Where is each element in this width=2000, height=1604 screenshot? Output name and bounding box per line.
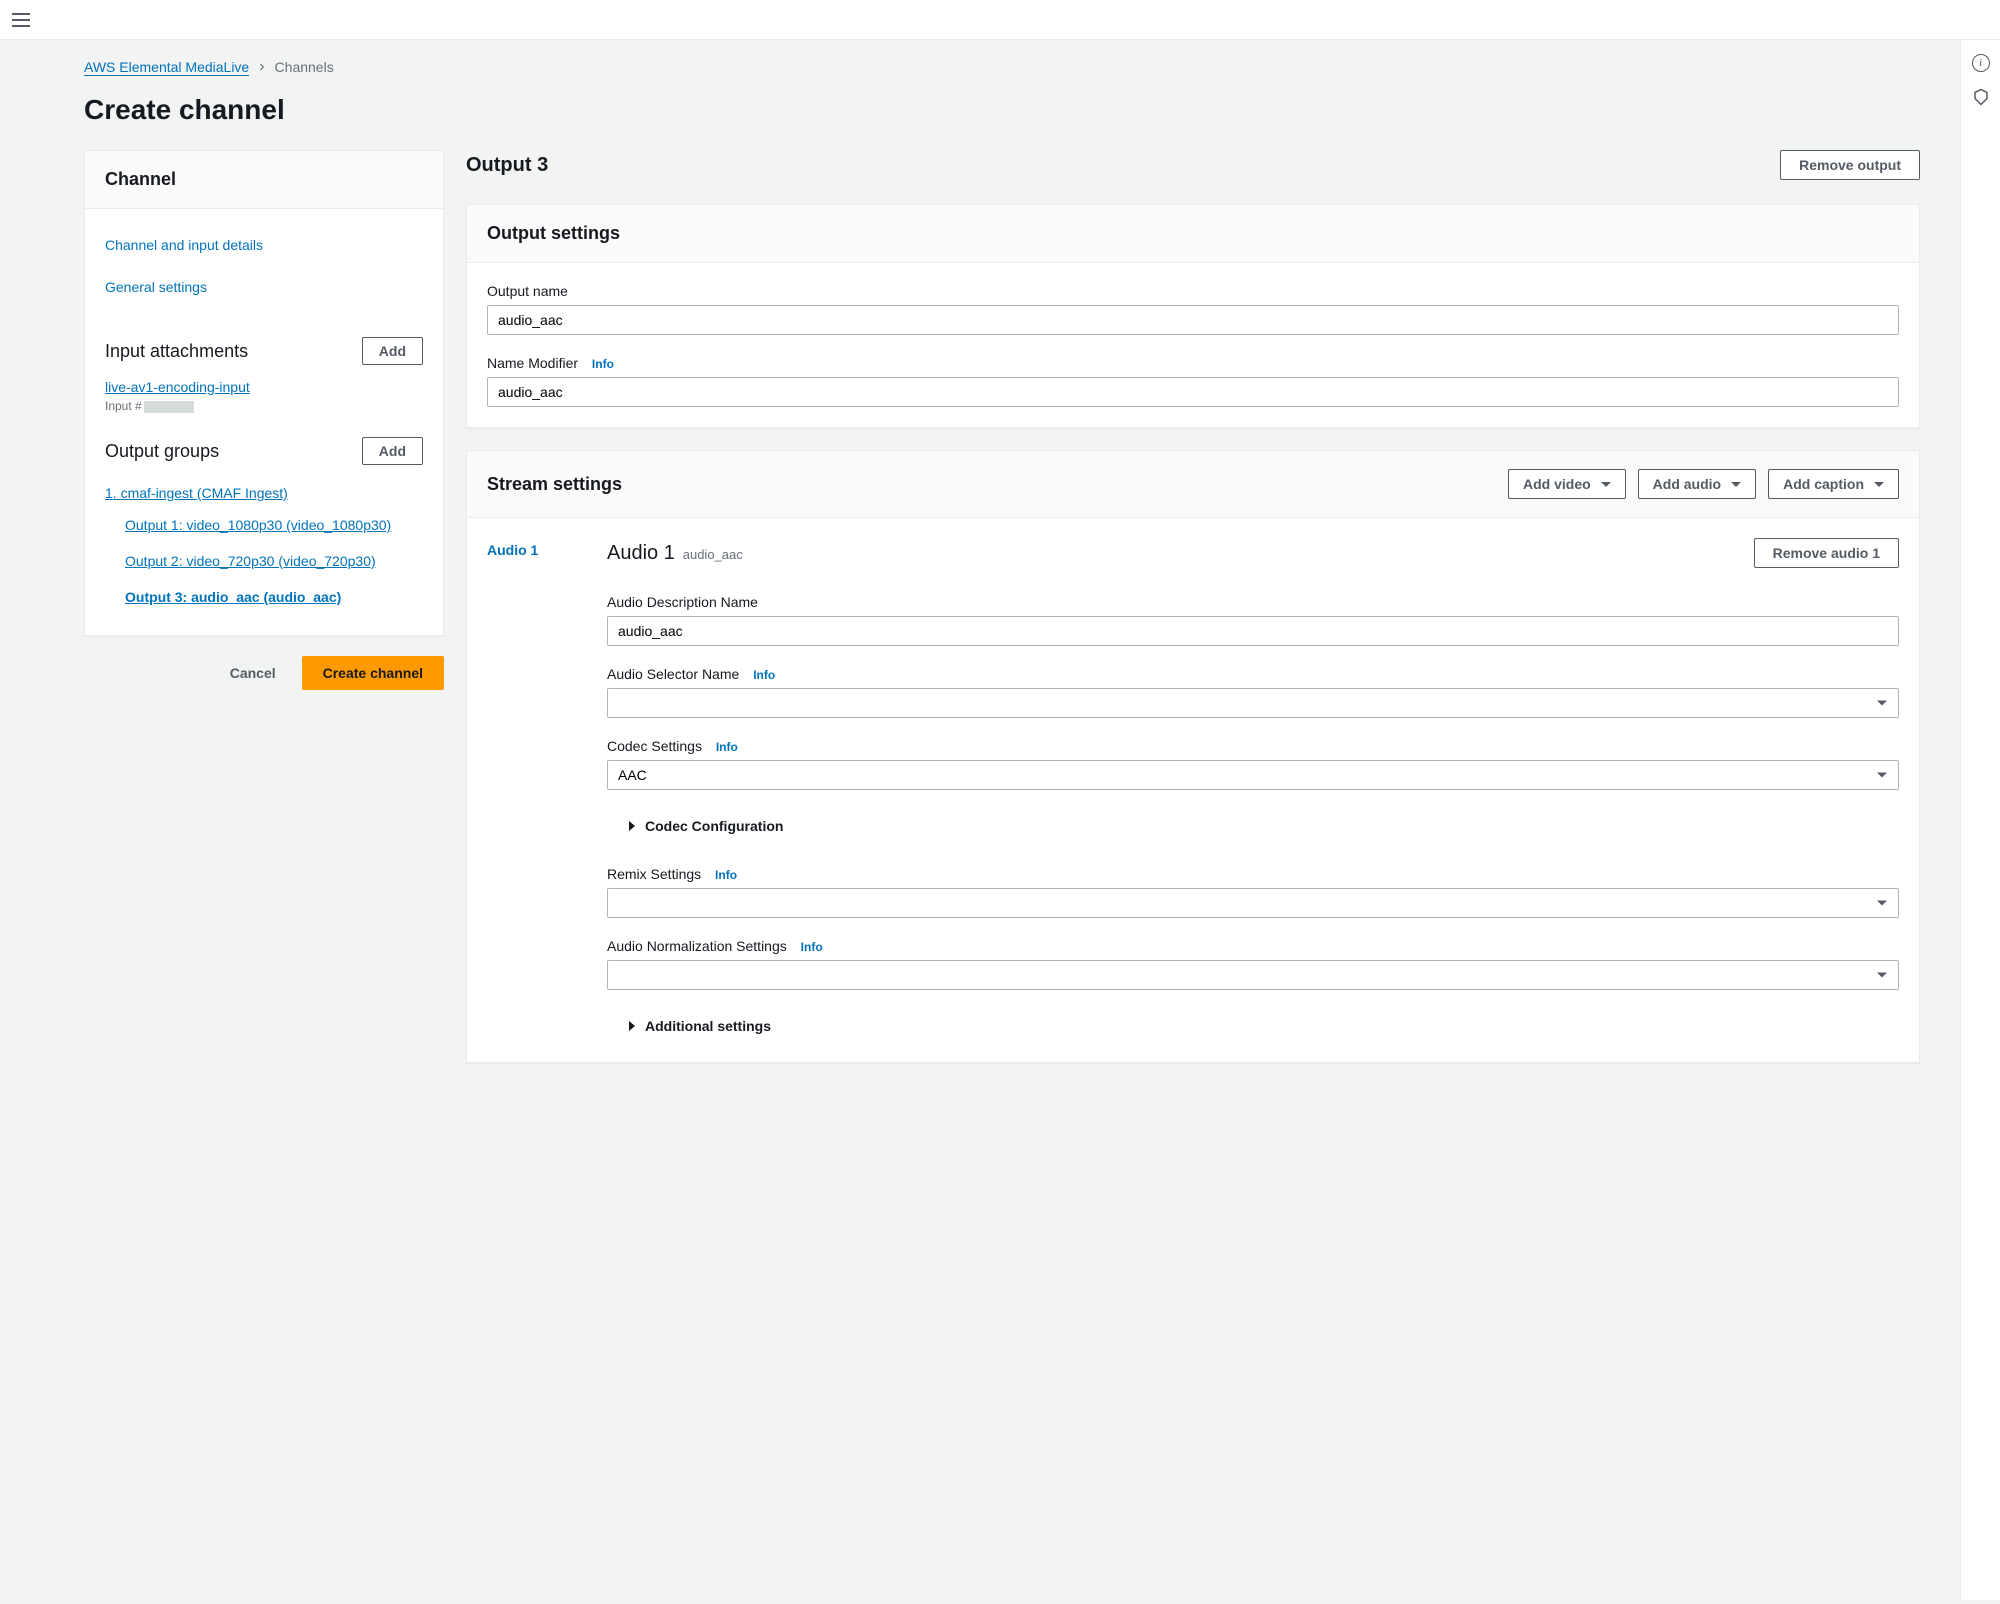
output-3-link[interactable]: Output 3: audio_aac (audio_aac)	[105, 579, 423, 615]
audio-description-name-input[interactable]	[607, 616, 1899, 646]
remix-settings-label: Remix Settings Info	[607, 866, 1899, 882]
add-input-attachment-button[interactable]: Add	[362, 337, 423, 365]
redacted-id	[144, 401, 194, 413]
output-group-link[interactable]: 1. cmaf-ingest (CMAF Ingest)	[105, 479, 423, 507]
audio-subheading: audio_aac	[683, 547, 743, 562]
add-caption-button[interactable]: Add caption	[1768, 469, 1899, 499]
breadcrumb-current: Channels	[275, 59, 334, 75]
normalization-info-link[interactable]: Info	[801, 940, 823, 954]
right-rail: i	[1960, 40, 2000, 1600]
audio-selector-name-select[interactable]	[607, 688, 1899, 718]
name-modifier-info-link[interactable]: Info	[592, 357, 614, 371]
chevron-right-icon: ›	[259, 58, 264, 76]
channel-sidebar-panel: Channel Channel and input details Genera…	[84, 150, 444, 636]
audio-description-name-label: Audio Description Name	[607, 594, 1899, 610]
page-title: Create channel	[84, 94, 1920, 126]
audio-selector-name-label: Audio Selector Name Info	[607, 666, 1899, 682]
breadcrumb-service-link[interactable]: AWS Elemental MediaLive	[84, 59, 249, 76]
settings-shield-icon[interactable]	[1972, 88, 1990, 106]
codec-settings-info-link[interactable]: Info	[716, 740, 738, 754]
output-title: Output 3	[466, 154, 548, 177]
stream-settings-card: Stream settings Add video Add audio Add …	[466, 450, 1920, 1063]
breadcrumb: AWS Elemental MediaLive › Channels	[84, 58, 1920, 76]
codec-settings-label: Codec Settings Info	[607, 738, 1899, 754]
input-attachments-heading: Input attachments	[105, 341, 248, 362]
audio-normalization-label: Audio Normalization Settings Info	[607, 938, 1899, 954]
nav-general-settings[interactable]: General settings	[105, 271, 423, 313]
output-1-link[interactable]: Output 1: video_1080p30 (video_1080p30)	[105, 507, 423, 543]
name-modifier-label: Name Modifier Info	[487, 355, 1899, 371]
additional-settings-expand[interactable]: Additional settings	[629, 1010, 1899, 1042]
sidebar-panel-header: Channel	[85, 151, 443, 209]
remove-audio-button[interactable]: Remove audio 1	[1754, 538, 1899, 568]
audio-heading: Audio 1	[607, 542, 675, 564]
remix-info-link[interactable]: Info	[715, 868, 737, 882]
triangle-right-icon	[629, 1021, 635, 1031]
output-name-input[interactable]	[487, 305, 1899, 335]
create-channel-button[interactable]: Create channel	[302, 656, 444, 690]
codec-settings-select[interactable]: AAC	[607, 760, 1899, 790]
tab-audio-1[interactable]: Audio 1	[487, 542, 567, 558]
output-2-link[interactable]: Output 2: video_720p30 (video_720p30)	[105, 543, 423, 579]
audio-normalization-select[interactable]	[607, 960, 1899, 990]
remix-settings-select[interactable]	[607, 888, 1899, 918]
sidebar-action-row: Cancel Create channel	[84, 656, 444, 690]
nav-channel-input-details[interactable]: Channel and input details	[105, 229, 423, 271]
codec-configuration-expand[interactable]: Codec Configuration	[629, 810, 1899, 842]
output-settings-title: Output settings	[487, 223, 620, 244]
triangle-right-icon	[629, 821, 635, 831]
hamburger-menu-icon[interactable]	[12, 13, 30, 27]
info-icon[interactable]: i	[1972, 54, 1990, 72]
add-output-group-button[interactable]: Add	[362, 437, 423, 465]
input-attachment-link[interactable]: live-av1-encoding-input	[105, 379, 423, 395]
main-column: AWS Elemental MediaLive › Channels Creat…	[44, 40, 1960, 1600]
name-modifier-input[interactable]	[487, 377, 1899, 407]
remove-output-button[interactable]: Remove output	[1780, 150, 1920, 180]
output-name-label: Output name	[487, 283, 1899, 299]
audio-selector-info-link[interactable]: Info	[753, 668, 775, 682]
add-video-button[interactable]: Add video	[1508, 469, 1626, 499]
cancel-button[interactable]: Cancel	[214, 656, 292, 690]
sidebar-title: Channel	[105, 169, 423, 190]
stream-settings-title: Stream settings	[487, 474, 622, 495]
add-audio-button[interactable]: Add audio	[1638, 469, 1756, 499]
top-strip	[0, 0, 2000, 40]
output-groups-heading: Output groups	[105, 441, 219, 462]
content-column: Output 3 Remove output Output settings O…	[466, 150, 1920, 1085]
output-settings-card: Output settings Output name Name Modifie…	[466, 204, 1920, 428]
input-id-label: Input #	[105, 399, 423, 413]
